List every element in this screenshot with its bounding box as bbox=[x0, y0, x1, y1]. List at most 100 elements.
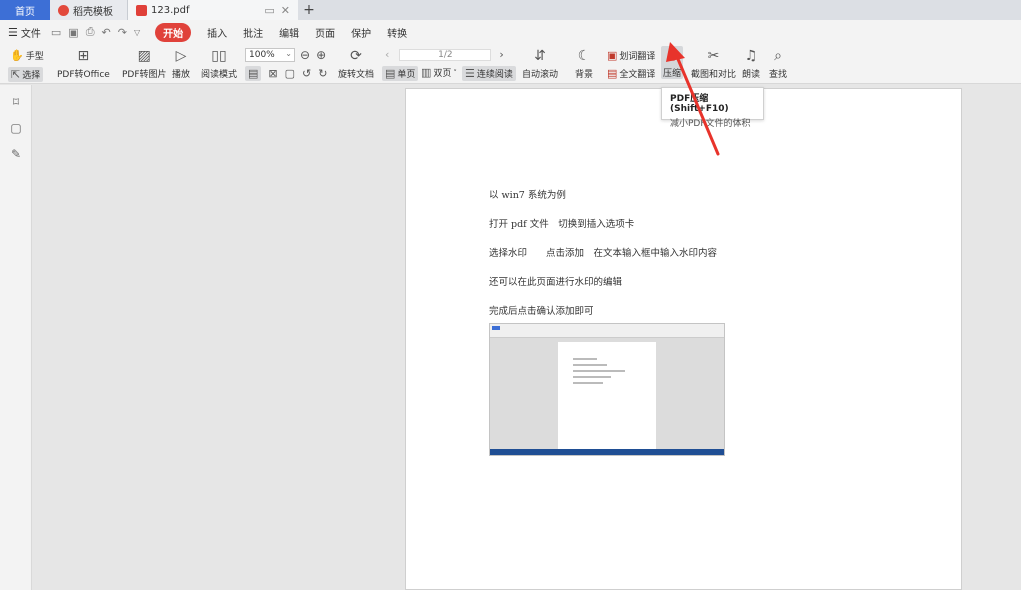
actual-size-icon[interactable]: ▢ bbox=[285, 67, 295, 80]
word-translate-icon: ▣ bbox=[607, 49, 618, 62]
print-icon[interactable]: ⎙ bbox=[86, 25, 95, 39]
find-button[interactable]: ⌕ 查找 bbox=[769, 47, 787, 80]
hand-tool-label: 手型 bbox=[25, 52, 44, 62]
menu-bar: ☰ 文件 ▭ ▣ ⎙ ↶ ↷ ▽ 开始 插入 批注 编辑 页面 保护 转换 bbox=[0, 20, 1021, 44]
zoom-in-icon[interactable]: ⊕ bbox=[316, 48, 326, 62]
tab-document[interactable]: 123.pdf ▭ ✕ bbox=[128, 0, 298, 20]
play-button[interactable]: ▷ 播放 bbox=[172, 47, 190, 80]
play-icon: ▷ bbox=[175, 48, 187, 64]
document-line: 完成后点击确认添加即可 bbox=[489, 306, 594, 317]
rotate-document-label: 旋转文档 bbox=[338, 70, 375, 80]
tab-bar: 首页 稻壳模板 123.pdf ▭ ✕ + bbox=[0, 0, 1021, 20]
rotate-document-icon: ⟳ bbox=[350, 48, 362, 64]
screenshot-compare-button[interactable]: ✂ 截图和对比 bbox=[691, 47, 736, 80]
full-translate-button[interactable]: ▤ 全文翻译 bbox=[607, 67, 655, 80]
next-page-icon[interactable]: › bbox=[499, 48, 503, 61]
compress-label: 压缩 bbox=[662, 69, 681, 79]
tab-templates-label: 稻壳模板 bbox=[73, 6, 113, 18]
continuous-read-label: 连续阅读 bbox=[476, 70, 513, 80]
single-page-icon: ▤ bbox=[385, 67, 396, 80]
double-page-label: 双页 bbox=[433, 69, 452, 79]
auto-scroll-icon: ⇵ bbox=[534, 48, 546, 64]
hamburger-icon: ☰ bbox=[8, 25, 18, 39]
hand-tool-button[interactable]: ✋ 手型 bbox=[10, 49, 44, 62]
continuous-read-button[interactable]: ☰ 连续阅读 bbox=[462, 66, 516, 81]
fit-page-icon[interactable]: ▤ bbox=[245, 66, 262, 81]
rotate-right-icon[interactable]: ↻ bbox=[318, 67, 327, 80]
word-translate-button[interactable]: ▣ 划词翻译 bbox=[607, 49, 655, 62]
new-tab-button[interactable]: + bbox=[298, 0, 320, 20]
image-text-line bbox=[573, 370, 625, 372]
zoom-out-icon[interactable]: ⊖ bbox=[300, 48, 310, 62]
ribbon-toolbar: ✋ 手型 ⇱ 选择 ⊞ PDF转Office ▨ PDF转图片 ▷ 播放 ▯▯ … bbox=[0, 44, 1021, 84]
restore-window-icon[interactable]: ▭ bbox=[264, 4, 274, 17]
prev-page-icon[interactable]: ‹ bbox=[385, 48, 389, 61]
pdf-to-image-button[interactable]: ▨ PDF转图片 bbox=[122, 47, 167, 80]
menu-start[interactable]: 开始 bbox=[155, 22, 192, 42]
tab-home-label: 首页 bbox=[15, 6, 35, 18]
close-tab-icon[interactable]: ✕ bbox=[281, 4, 290, 17]
pdf-to-office-button[interactable]: ⊞ PDF转Office bbox=[57, 47, 110, 80]
rotate-left-icon[interactable]: ↺ bbox=[302, 67, 311, 80]
menu-annotate[interactable]: 批注 bbox=[243, 25, 263, 40]
quick-access-dropdown-icon[interactable]: ▽ bbox=[134, 28, 140, 37]
menu-page[interactable]: 页面 bbox=[315, 25, 335, 40]
compress-tooltip: PDF压缩 (Shift+F10) 减小PDF文件的体积 bbox=[661, 87, 764, 129]
save-icon[interactable]: ▣ bbox=[68, 26, 78, 39]
document-line: 选择水印 点击添加 在文本输入框中输入水印内容 bbox=[489, 248, 718, 259]
redo-icon[interactable]: ↷ bbox=[118, 26, 127, 39]
page-number-input[interactable]: 1/2 bbox=[399, 48, 492, 61]
full-translate-label: 全文翻译 bbox=[619, 70, 656, 80]
search-icon: ⌕ bbox=[774, 48, 782, 64]
image-text-line bbox=[573, 358, 597, 360]
image-text-line bbox=[573, 376, 611, 378]
open-folder-icon[interactable]: ▭ bbox=[51, 26, 61, 39]
undo-icon[interactable]: ↶ bbox=[102, 26, 111, 39]
file-menu-label: 文件 bbox=[20, 28, 41, 40]
menu-convert[interactable]: 转换 bbox=[387, 25, 407, 40]
document-line: 以 win7 系统为例 bbox=[489, 190, 566, 201]
tab-templates[interactable]: 稻壳模板 bbox=[50, 0, 128, 20]
image-page bbox=[558, 342, 656, 450]
tooltip-title: PDF压缩 (Shift+F10) bbox=[670, 94, 729, 114]
book-icon: ▯▯ bbox=[211, 48, 227, 64]
thumbnail-icon[interactable]: ▢ bbox=[9, 121, 23, 135]
menu-insert[interactable]: 插入 bbox=[207, 25, 227, 40]
annotation-icon[interactable]: ✎ bbox=[9, 147, 23, 161]
compress-icon: ▮ bbox=[668, 47, 676, 63]
pdf-to-image-label: PDF转图片 bbox=[122, 70, 167, 80]
find-label: 查找 bbox=[769, 70, 788, 80]
single-page-button[interactable]: ▤ 单页 bbox=[382, 66, 419, 81]
double-page-button[interactable]: ▥ 双页 ˅ bbox=[421, 66, 457, 79]
auto-scroll-button[interactable]: ⇵ 自动滚动 bbox=[522, 47, 558, 80]
document-line: 还可以在此页面进行水印的编辑 bbox=[489, 277, 623, 288]
file-menu[interactable]: ☰ 文件 bbox=[8, 25, 41, 40]
embedded-screenshot-image bbox=[489, 323, 725, 456]
page-indicator: 1/2 bbox=[438, 49, 453, 60]
menu-protect[interactable]: 保护 bbox=[351, 25, 371, 40]
bookmark-icon[interactable]: ⌑ bbox=[9, 95, 23, 109]
background-button[interactable]: ☾ 背景 bbox=[575, 47, 593, 80]
zoom-select[interactable]: 100% ⌄ bbox=[245, 48, 295, 62]
read-aloud-label: 朗读 bbox=[742, 70, 761, 80]
read-aloud-button[interactable]: ♫ 朗读 bbox=[742, 47, 760, 80]
left-sidebar: ⌑ ▢ ✎ bbox=[0, 85, 32, 590]
tab-home[interactable]: 首页 bbox=[0, 0, 50, 20]
daoke-logo-icon bbox=[58, 4, 69, 16]
auto-scroll-label: 自动滚动 bbox=[522, 70, 559, 80]
compress-button[interactable]: ▮ 压缩 bbox=[661, 46, 683, 79]
fit-width-icon[interactable]: ⊠ bbox=[268, 67, 277, 80]
menu-edit[interactable]: 编辑 bbox=[279, 25, 299, 40]
cursor-icon: ⇱ bbox=[11, 68, 21, 81]
zoom-dropdown-icon: ⌄ bbox=[285, 49, 292, 58]
read-mode-button[interactable]: ▯▯ 阅读模式 bbox=[201, 47, 237, 80]
image-icon: ▨ bbox=[137, 48, 151, 64]
play-label: 播放 bbox=[172, 70, 191, 80]
screenshot-icon: ✂ bbox=[707, 48, 720, 64]
double-page-icon: ▥ bbox=[421, 66, 432, 79]
rotate-document-button[interactable]: ⟳ 旋转文档 bbox=[338, 47, 374, 80]
single-page-label: 单页 bbox=[397, 70, 416, 80]
tab-document-label: 123.pdf bbox=[151, 4, 190, 16]
select-tool-button[interactable]: ⇱ 选择 bbox=[8, 67, 44, 82]
word-translate-label: 划词翻译 bbox=[619, 52, 656, 62]
